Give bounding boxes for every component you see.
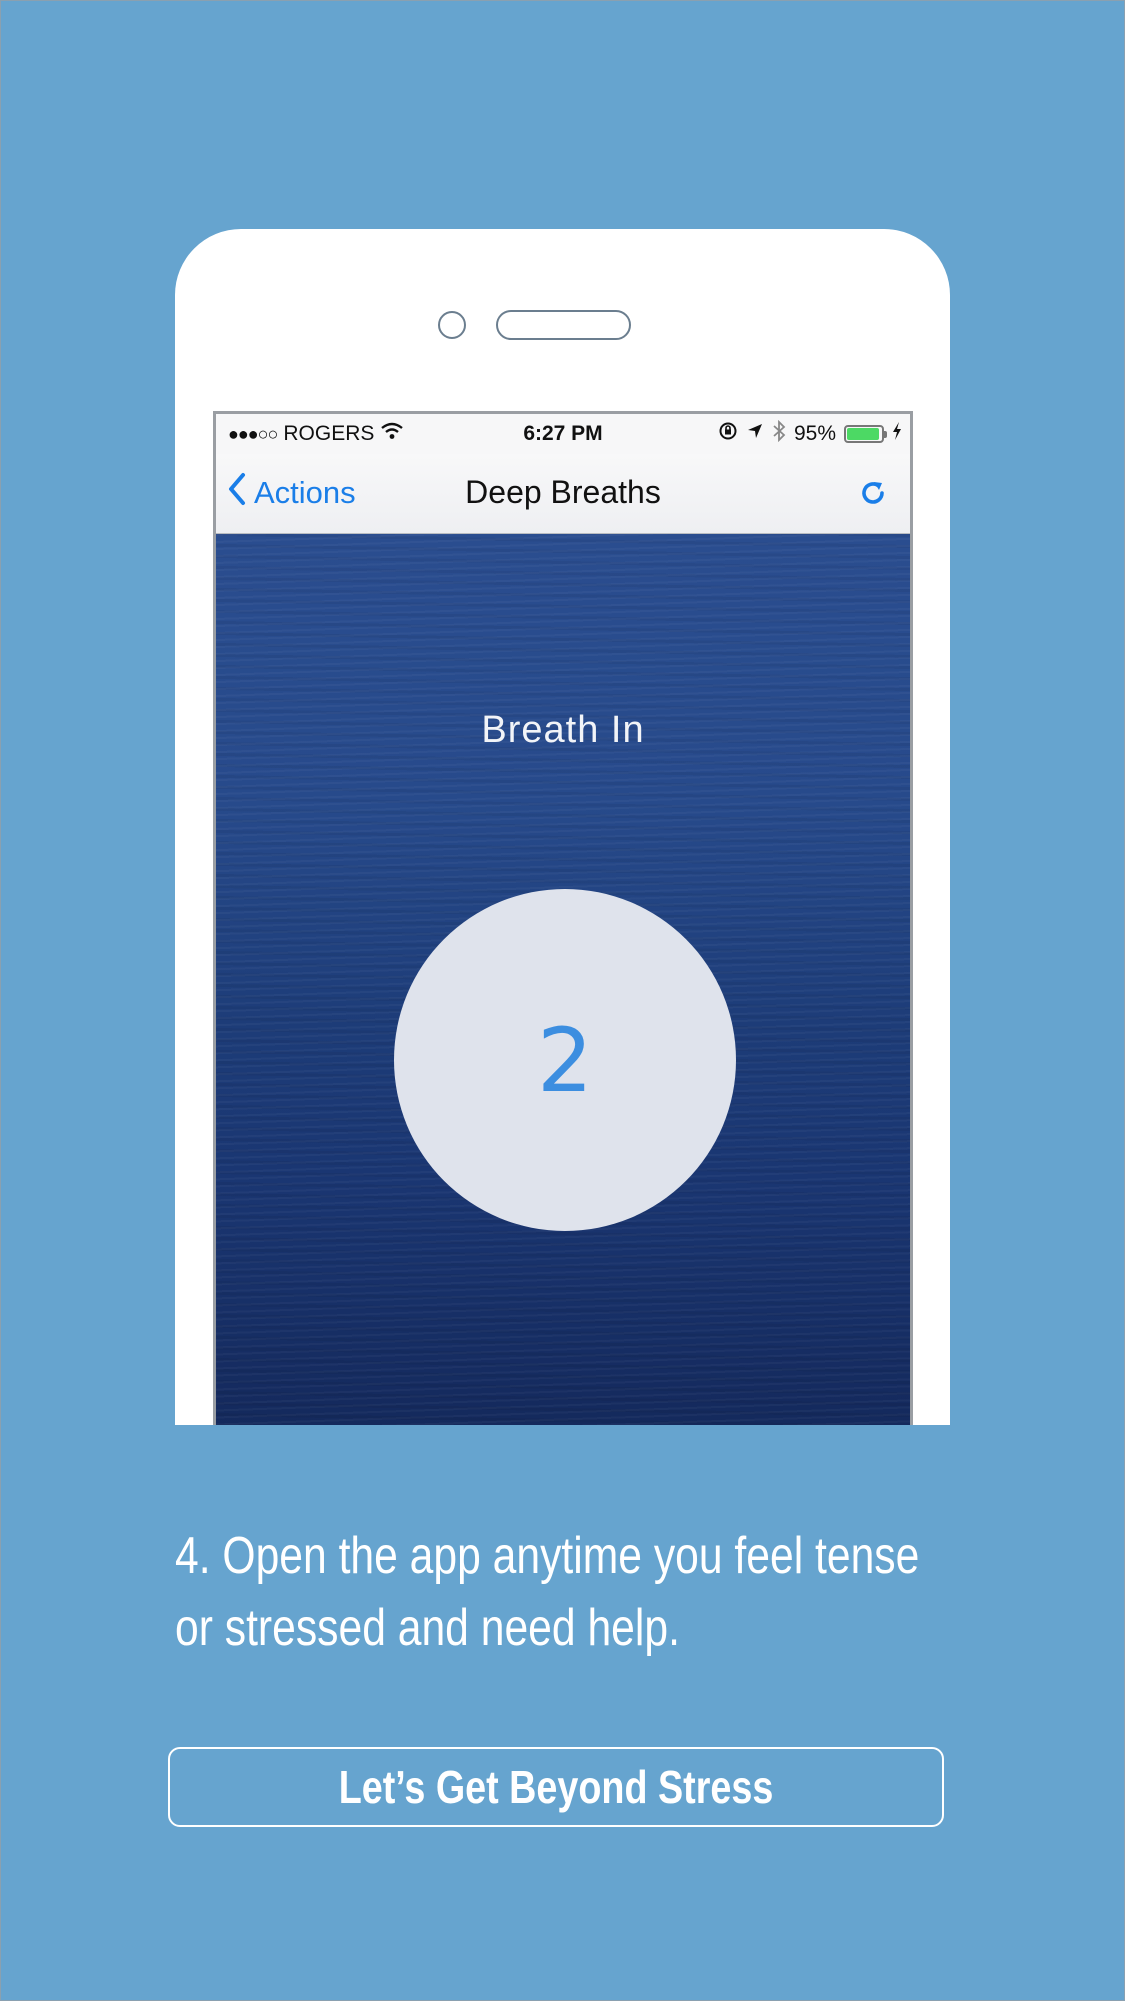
phone-screen: ●●●○○ ROGERS 6:27 PM 95% Actions Deep Br… bbox=[213, 411, 913, 1425]
breath-count: 2 bbox=[537, 1008, 593, 1112]
status-bar: ●●●○○ ROGERS 6:27 PM 95% bbox=[216, 414, 910, 454]
caption-line-1: 4. Open the app anytime you feel tense bbox=[175, 1527, 920, 1585]
earpiece-speaker bbox=[496, 310, 631, 340]
step-caption: 4. Open the app anytime you feel tense o… bbox=[175, 1520, 954, 1664]
refresh-icon bbox=[858, 482, 888, 512]
back-button-label: Actions bbox=[254, 475, 356, 510]
charging-icon bbox=[892, 422, 902, 446]
battery-fill bbox=[847, 428, 880, 440]
get-beyond-stress-button[interactable]: Let’s Get Beyond Stress bbox=[168, 1747, 944, 1827]
breath-instruction: Breath In bbox=[481, 709, 645, 751]
breath-counter-circle[interactable]: 2 bbox=[394, 889, 736, 1231]
bluetooth-icon bbox=[772, 419, 786, 448]
back-button[interactable]: Actions bbox=[228, 472, 356, 514]
battery-percent: 95% bbox=[793, 422, 836, 445]
navigation-bar: Actions Deep Breaths bbox=[216, 454, 910, 534]
caption-line-2: or stressed and need help. bbox=[175, 1599, 680, 1657]
ocean-background: Breath In 2 bbox=[216, 534, 910, 1425]
refresh-button[interactable] bbox=[858, 478, 888, 513]
chevron-left-icon bbox=[228, 472, 246, 514]
front-camera bbox=[438, 311, 466, 339]
cta-label: Let’s Get Beyond Stress bbox=[338, 1761, 774, 1813]
battery-icon bbox=[844, 425, 887, 443]
rotation-lock-icon bbox=[718, 421, 738, 447]
status-right: 95% bbox=[718, 419, 902, 448]
location-icon bbox=[746, 422, 764, 446]
